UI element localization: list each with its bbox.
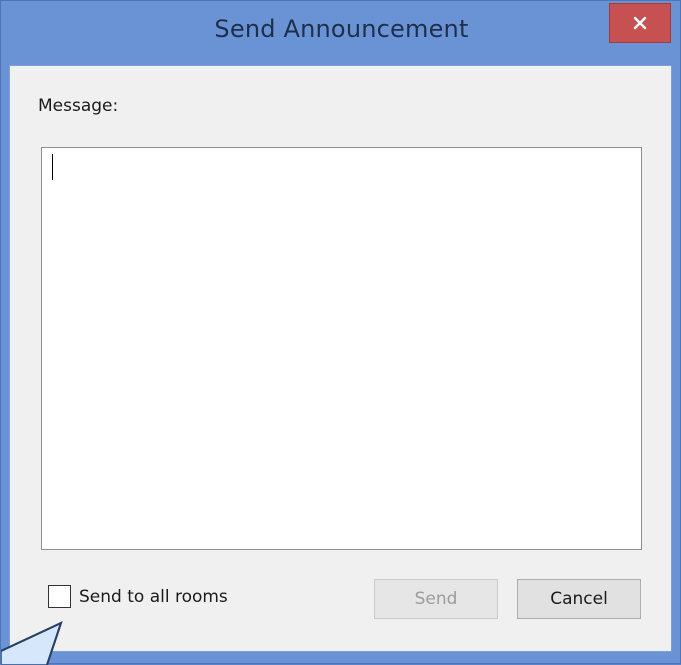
cancel-button[interactable]: Cancel [517,579,641,619]
dialog-body: Message: Send to all rooms Send Cancel [9,65,672,652]
send-announcement-dialog: Send Announcement Message: Send to all r… [0,0,681,665]
title-bar[interactable]: Send Announcement [1,1,681,65]
close-icon [633,16,647,30]
send-to-all-rooms-checkbox[interactable] [48,585,71,608]
send-to-all-rooms-label[interactable]: Send to all rooms [79,587,228,607]
close-button[interactable] [609,3,671,43]
text-caret [52,154,53,180]
dialog-title: Send Announcement [214,15,469,43]
send-to-all-rooms-option[interactable]: Send to all rooms [48,585,228,608]
message-input[interactable] [41,147,642,550]
message-label: Message: [38,96,119,116]
send-button[interactable]: Send [374,579,498,619]
